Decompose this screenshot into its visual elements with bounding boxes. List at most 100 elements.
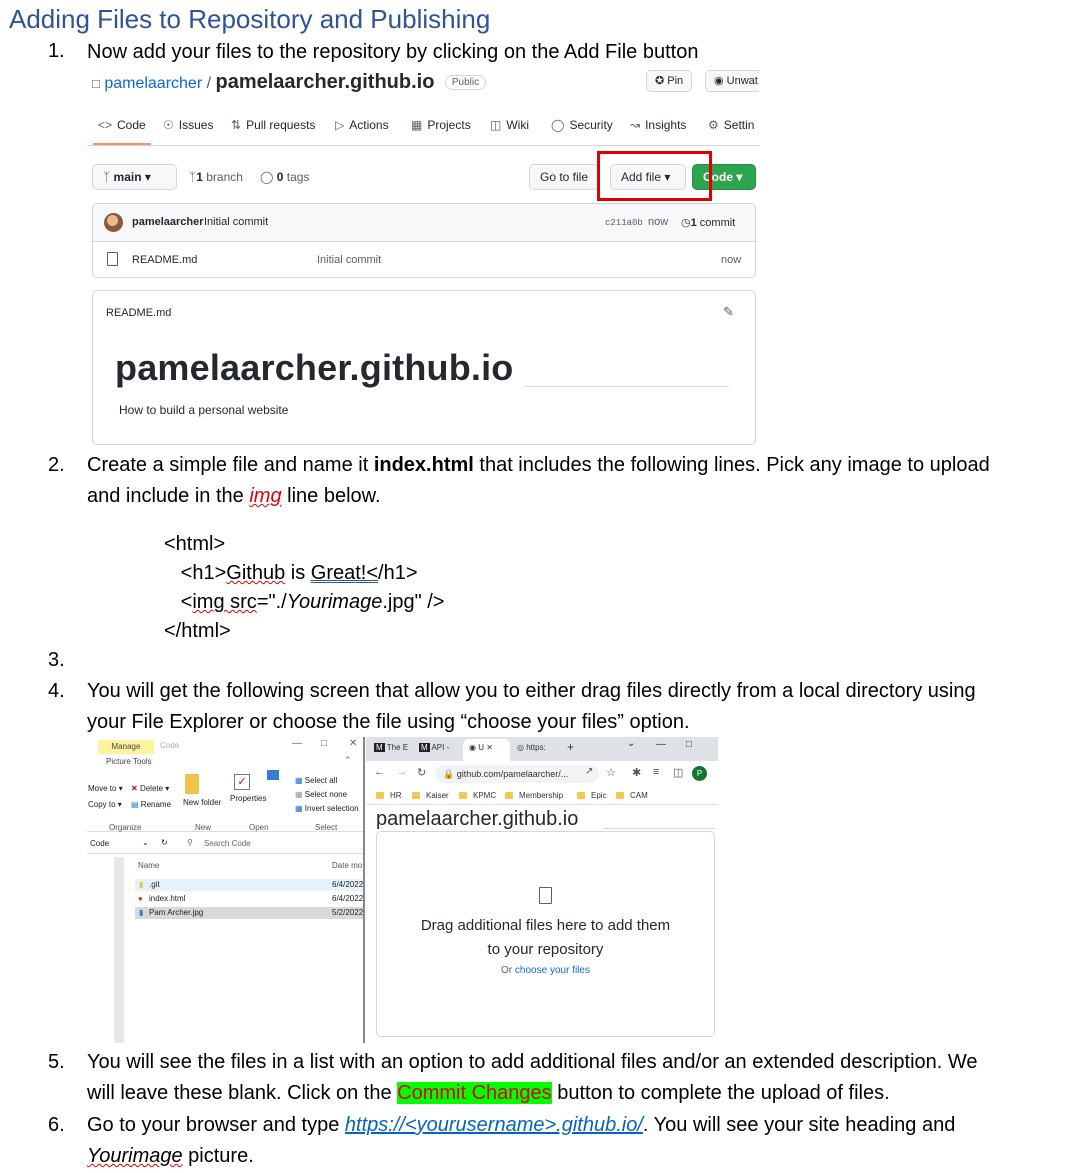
file-date: 5/2/2022: [332, 908, 364, 917]
commit-message[interactable]: Initial commit: [204, 216, 268, 228]
bookmark-epic[interactable]: Epic: [577, 791, 607, 800]
table-icon: ▦: [411, 118, 423, 132]
tab-label: Projects: [427, 118, 471, 132]
tab-wiki[interactable]: ◫ Wiki: [490, 118, 529, 132]
tag-count-link[interactable]: ◯ 0 tags: [260, 170, 309, 184]
browser-tab-3[interactable]: ◉ U ✕: [469, 743, 493, 752]
list-item[interactable]: ▮ Pam Archer.jpg 5/2/2022: [135, 907, 365, 919]
group-new: New: [195, 823, 212, 832]
step-2-text-d: line below.: [281, 485, 381, 507]
readme-panel: README.md ✎ pamelaarcher.github.io How t…: [92, 290, 756, 445]
select-all-button[interactable]: ▦ Select all: [295, 776, 337, 785]
active-tab-underline: [93, 143, 151, 145]
side-panel-icon[interactable]: ◫: [673, 766, 683, 779]
go-to-file-button[interactable]: Go to file: [529, 164, 600, 190]
file-drop-zone[interactable]: Drag additional files here to add them to…: [376, 831, 715, 1037]
tab-pull-requests[interactable]: ⇅ Pull requests: [231, 118, 315, 132]
address-path[interactable]: Code: [90, 839, 109, 848]
chevron-up-icon[interactable]: ⌃: [344, 755, 352, 766]
bookmark-cam[interactable]: CAM: [616, 791, 648, 800]
column-header-date[interactable]: Date mo: [332, 861, 362, 870]
step-2-filename: index.html: [373, 454, 474, 476]
new-tab-icon[interactable]: +: [567, 740, 574, 754]
group-open: Open: [249, 823, 269, 832]
extensions-icon[interactable]: ✱: [632, 766, 641, 779]
copy-to-label: Copy to: [88, 800, 116, 809]
avatar[interactable]: [104, 213, 123, 232]
pin-button[interactable]: ✪ Pin: [646, 70, 693, 92]
minimize-icon[interactable]: —: [292, 738, 302, 749]
bookmark-hr[interactable]: HR: [376, 791, 402, 800]
branch-count-link[interactable]: ᛉ1 branch: [189, 170, 243, 184]
minimize-icon[interactable]: —: [656, 739, 666, 750]
rename-button[interactable]: ▤ Rename: [131, 800, 171, 809]
commit-author[interactable]: pamelaarcher: [132, 216, 204, 228]
invert-selection-button[interactable]: ▦ Invert selection: [295, 804, 359, 813]
list-item[interactable]: ▮ .git 6/4/2022: [135, 879, 365, 891]
share-icon[interactable]: ↗: [585, 766, 593, 777]
pencil-icon[interactable]: ✎: [723, 304, 734, 320]
profile-avatar[interactable]: P: [692, 766, 707, 781]
choose-prefix: Or: [501, 965, 515, 976]
move-to-button[interactable]: Move to ▾: [88, 784, 123, 793]
tag-label: tags: [283, 170, 310, 184]
properties-button[interactable]: Properties: [230, 794, 266, 803]
code-l2-github: Github: [226, 562, 286, 584]
tab-projects[interactable]: ▦ Projects: [411, 118, 471, 132]
tab-issues[interactable]: ☉ Issues: [163, 118, 213, 132]
tab-actions[interactable]: ▷ Actions: [335, 118, 389, 132]
tab-settings[interactable]: ⚙ Settin: [708, 118, 754, 132]
refresh-icon[interactable]: ↻: [161, 838, 168, 847]
chevron-down-icon[interactable]: ⌄: [627, 738, 635, 749]
picture-tools-tab[interactable]: Picture Tools: [106, 757, 152, 766]
tab-insights[interactable]: ↝ Insights: [630, 118, 686, 132]
chevron-down-icon[interactable]: ⌄: [142, 838, 149, 847]
maximize-icon[interactable]: □: [686, 739, 692, 750]
back-icon[interactable]: ←: [374, 766, 385, 778]
table-row[interactable]: README.md Initial commit now: [93, 243, 755, 277]
branch-select-button[interactable]: ᛉ main ▾: [92, 164, 177, 190]
close-icon[interactable]: ✕: [486, 743, 493, 752]
file-commit-message[interactable]: Initial commit: [317, 254, 381, 266]
reading-list-icon[interactable]: ≡: [653, 766, 659, 778]
star-icon[interactable]: ☆: [606, 766, 616, 779]
search-input[interactable]: Search Code: [204, 839, 251, 848]
code-line-3: <img src="./Yourimage.jpg" />: [164, 591, 445, 614]
select-none-icon: ▦: [295, 790, 303, 799]
github-icon: ◉: [469, 743, 476, 752]
list-item[interactable]: ● index.html 6/4/2022: [135, 893, 365, 905]
manage-tab[interactable]: Manage: [98, 740, 154, 754]
select-none-button[interactable]: ▦ Select none: [295, 790, 347, 799]
group-organize: Organize: [109, 823, 142, 832]
forward-icon[interactable]: →: [396, 766, 407, 778]
maximize-icon[interactable]: □: [321, 738, 327, 749]
navigation-pane-scrollbar[interactable]: [114, 857, 124, 1043]
tab-code[interactable]: <> Code: [98, 118, 146, 132]
copy-to-button[interactable]: Copy to ▾: [88, 800, 122, 809]
bookmark-membership[interactable]: Membership: [505, 791, 563, 800]
close-icon[interactable]: ✕: [349, 738, 357, 749]
new-folder-button[interactable]: New folder: [183, 798, 221, 807]
choose-files-link[interactable]: choose your files: [515, 965, 590, 976]
reload-icon[interactable]: ↻: [417, 766, 426, 779]
site-url-link[interactable]: https://<yourusername>.github.io/: [345, 1114, 643, 1136]
commit-count-link[interactable]: ◷1 commit: [681, 216, 735, 229]
file-name[interactable]: README.md: [132, 254, 197, 266]
tab-security[interactable]: ◯ Security: [551, 118, 613, 132]
url-bar[interactable]: 🔒 github.com/pamelaarcher/...: [435, 765, 599, 783]
delete-button[interactable]: ✕ Delete ▾: [131, 784, 169, 793]
commit-sha[interactable]: c211a0b: [605, 218, 643, 228]
bookmark-kpmc[interactable]: KPMC: [459, 791, 496, 800]
image-file-icon: ▮: [139, 908, 144, 917]
column-header-name[interactable]: Name: [138, 861, 159, 870]
owner-link[interactable]: pamelaarcher: [104, 75, 202, 92]
repo-name-link[interactable]: pamelaarcher.github.io: [215, 71, 434, 93]
bookmark-kaiser[interactable]: Kaiser: [412, 791, 449, 800]
unwatch-button[interactable]: ◉ Unwat: [705, 70, 759, 92]
history-icon: ◷: [681, 217, 691, 229]
browser-tab-4[interactable]: ◎ https:: [517, 743, 546, 752]
browser-tab-2[interactable]: M API -: [419, 743, 449, 752]
browser-tab-1[interactable]: M The E: [374, 743, 408, 752]
pull-request-icon: ⇅: [231, 118, 242, 132]
repo-breadcrumb: □ pamelaarcher / pamelaarcher.github.io …: [92, 71, 487, 94]
